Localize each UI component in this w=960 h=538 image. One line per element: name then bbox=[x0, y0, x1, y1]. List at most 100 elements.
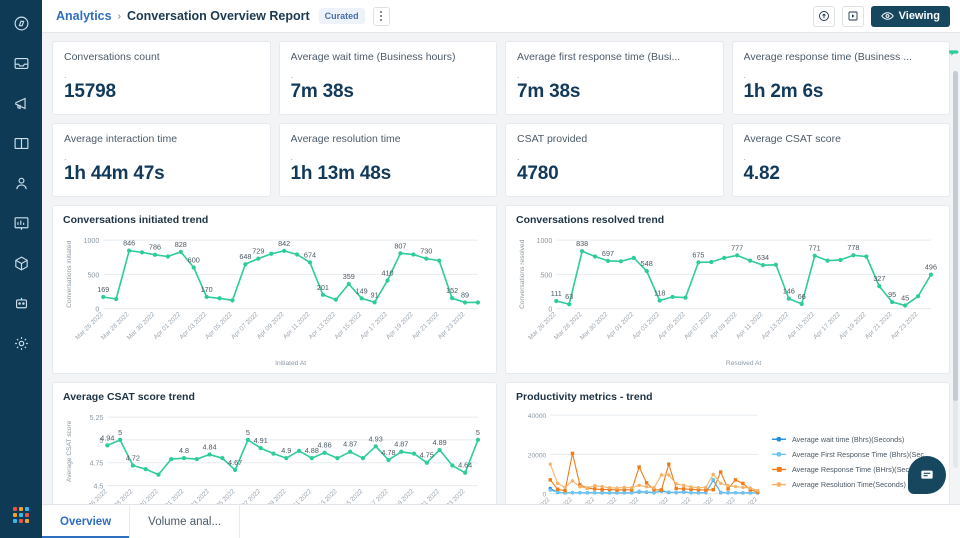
kpi-sub: . bbox=[64, 152, 67, 162]
kpi-value: 7m 38s bbox=[517, 81, 581, 102]
chart-card-conversations-initiated[interactable]: Conversations initiated trend 0 500 1000 16… bbox=[52, 205, 497, 374]
svg-text:771: 771 bbox=[809, 244, 821, 253]
viewing-button[interactable]: Viewing bbox=[870, 5, 950, 27]
svg-text:778: 778 bbox=[847, 243, 859, 252]
svg-text:Mar 30 2022: Mar 30 2022 bbox=[579, 311, 610, 342]
svg-text:730: 730 bbox=[420, 247, 432, 256]
svg-text:634: 634 bbox=[757, 253, 769, 262]
svg-text:4.75: 4.75 bbox=[90, 461, 104, 468]
kpi-card[interactable]: Average interaction time . 1h 44m 47s bbox=[52, 123, 271, 197]
chart-row-2: Average CSAT score trend 4.5 4.75 5 5.25 4.9… bbox=[52, 381, 950, 504]
left-nav-rail bbox=[0, 0, 42, 538]
chart-title: Average CSAT score trend bbox=[63, 390, 195, 403]
kpi-row-1: Conversations count . 15798 Average wait… bbox=[52, 41, 950, 115]
svg-text:4.67: 4.67 bbox=[228, 458, 242, 467]
svg-text:496: 496 bbox=[925, 263, 937, 272]
svg-text:729: 729 bbox=[252, 247, 264, 256]
kpi-card[interactable]: Average response time (Business ... . 1h… bbox=[731, 41, 950, 115]
megaphone-icon[interactable] bbox=[6, 88, 36, 118]
svg-text:842: 842 bbox=[278, 239, 290, 248]
svg-text:Apr 03 2022: Apr 03 2022 bbox=[181, 488, 211, 504]
kpi-card[interactable]: CSAT provided . 4780 bbox=[505, 123, 724, 197]
dashboard-canvas: Conversations count . 15798 Average wait… bbox=[42, 33, 960, 504]
svg-text:697: 697 bbox=[602, 249, 614, 258]
kpi-title: Average resolution time bbox=[290, 133, 401, 145]
eye-icon bbox=[880, 12, 894, 20]
svg-text:Apr 05 2022: Apr 05 2022 bbox=[207, 488, 237, 504]
kpi-value: 1h 13m 48s bbox=[290, 163, 392, 184]
svg-text:Average Resolution Time(Second: Average Resolution Time(Seconds) bbox=[792, 480, 906, 489]
bot-icon[interactable] bbox=[6, 288, 36, 318]
inbox-icon[interactable] bbox=[6, 48, 36, 78]
svg-text:Mar 28 2022: Mar 28 2022 bbox=[104, 488, 135, 504]
book-icon[interactable] bbox=[6, 128, 36, 158]
svg-text:Average Response Time (BHrs)(S: Average Response Time (BHrs)(Seconds) bbox=[792, 465, 927, 474]
svg-text:89: 89 bbox=[461, 290, 469, 299]
kpi-card[interactable]: Average wait time (Business hours) . 7m … bbox=[278, 41, 497, 115]
kpi-value: 4.82 bbox=[743, 163, 780, 184]
svg-text:170: 170 bbox=[201, 285, 213, 294]
svg-text:Apr 17 2022: Apr 17 2022 bbox=[360, 488, 390, 504]
svg-text:Mar 30 2022: Mar 30 2022 bbox=[129, 488, 160, 504]
kpi-sub: . bbox=[517, 70, 520, 80]
svg-text:4.89: 4.89 bbox=[433, 438, 447, 447]
kpi-sub: . bbox=[290, 70, 294, 80]
svg-text:777: 777 bbox=[731, 243, 743, 252]
kpi-card[interactable]: Average resolution time . 1h 13m 48s bbox=[278, 123, 497, 197]
svg-text:Conversations resolved: Conversations resolved bbox=[519, 239, 526, 309]
viewing-label: Viewing bbox=[898, 10, 940, 22]
info-upload-icon[interactable] bbox=[812, 5, 835, 27]
svg-text:4.93: 4.93 bbox=[369, 434, 383, 443]
feedback-tag-icon[interactable] bbox=[946, 44, 960, 60]
svg-text:648: 648 bbox=[239, 252, 251, 261]
svg-text:5: 5 bbox=[476, 428, 480, 437]
kpi-card[interactable]: Average first response time (Busi... . 7… bbox=[505, 41, 724, 115]
apps-grid-icon[interactable] bbox=[6, 500, 36, 530]
svg-text:111: 111 bbox=[551, 289, 562, 298]
svg-text:4.86: 4.86 bbox=[318, 441, 332, 450]
canvas-scrollbar[interactable] bbox=[953, 71, 958, 468]
kpi-card[interactable]: Average CSAT score . 4.82 bbox=[731, 123, 950, 197]
chart-card-conversations-resolved[interactable]: Conversations resolved trend 0 500 1000 111… bbox=[505, 205, 950, 374]
compass-icon[interactable] bbox=[6, 8, 36, 38]
kpi-title: Average first response time (Busi... bbox=[517, 51, 681, 63]
multi-series-line-chart-svg: 02000040000Mar 26 2022Mar 29 2022Apr 01 … bbox=[522, 413, 930, 504]
svg-text:4.87: 4.87 bbox=[343, 440, 357, 449]
svg-text:Average First Response Time (B: Average First Response Time (Bhrs)(Sec..… bbox=[792, 450, 930, 459]
svg-text:91: 91 bbox=[371, 290, 379, 299]
kpi-value: 1h 44m 47s bbox=[64, 163, 165, 184]
tab-overview[interactable]: Overview bbox=[42, 505, 131, 538]
svg-text:4.87: 4.87 bbox=[394, 440, 408, 449]
chat-bubble-icon[interactable] bbox=[908, 456, 946, 494]
kpi-title: Conversations count bbox=[64, 51, 160, 63]
svg-text:95: 95 bbox=[888, 290, 896, 299]
kpi-row-2: Average interaction time . 1h 44m 47s Av… bbox=[52, 123, 950, 197]
page-title: Conversation Overview Report bbox=[126, 9, 310, 23]
reports-board-icon[interactable] bbox=[6, 208, 36, 238]
breadcrumb-analytics[interactable]: Analytics bbox=[56, 9, 112, 23]
chart-card-productivity-metrics[interactable]: Productivity metrics - trend 0 20000 40000… bbox=[505, 381, 950, 504]
kpi-card[interactable]: Conversations count . 15798 bbox=[52, 41, 271, 115]
chart-card-csat-score[interactable]: Average CSAT score trend 4.5 4.75 5 5.25 4.9… bbox=[52, 381, 497, 504]
canvas-scrollbar-thumb[interactable] bbox=[953, 71, 958, 401]
svg-text:4.72: 4.72 bbox=[126, 453, 140, 462]
svg-text:846: 846 bbox=[123, 239, 135, 248]
svg-text:Apr 13 2022: Apr 13 2022 bbox=[309, 488, 339, 504]
svg-text:63: 63 bbox=[565, 292, 573, 301]
kpi-title: Average wait time (Business hours) bbox=[290, 51, 456, 63]
svg-text:20000: 20000 bbox=[528, 452, 547, 459]
more-options-button[interactable] bbox=[372, 6, 390, 26]
svg-text:4.64: 4.64 bbox=[458, 461, 472, 470]
tab-volume-analysis[interactable]: Volume anal... bbox=[130, 505, 241, 538]
svg-text:838: 838 bbox=[576, 239, 588, 248]
svg-text:4.94: 4.94 bbox=[100, 433, 114, 442]
chart-plot-area: 0 500 1000 169 846 786 828 600 170 648 729 842 674 20… bbox=[63, 228, 486, 367]
curated-badge: Curated bbox=[318, 8, 365, 24]
gear-icon[interactable] bbox=[6, 328, 36, 358]
present-play-icon[interactable] bbox=[841, 5, 864, 27]
svg-text:66: 66 bbox=[798, 292, 806, 301]
cube-icon[interactable] bbox=[6, 248, 36, 278]
person-icon[interactable] bbox=[6, 168, 36, 198]
svg-text:1000: 1000 bbox=[84, 238, 100, 245]
chart-plot-area: 4.5 4.75 5 5.25 4.94 5 4.72 4.8 4.84 4.67 5 4.91 4.9… bbox=[63, 405, 486, 504]
